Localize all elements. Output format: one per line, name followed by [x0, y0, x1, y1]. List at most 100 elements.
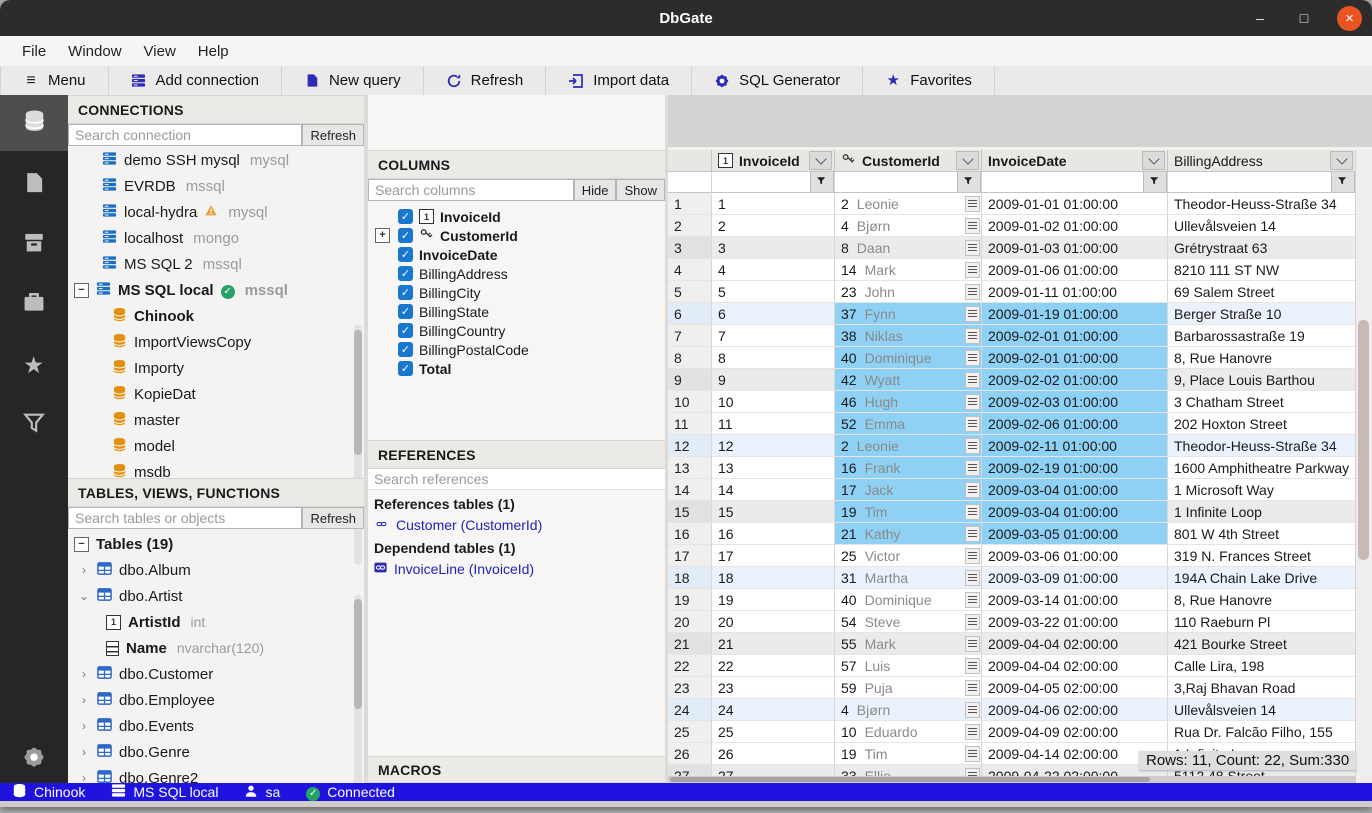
column-Name[interactable]: Namenvarchar(120): [68, 635, 364, 661]
grid-horizontal-scrollbar[interactable]: [668, 776, 1356, 783]
row-number[interactable]: 16: [668, 523, 712, 545]
detail-document-icon[interactable]: [965, 548, 980, 564]
toolbar-favorites-button[interactable]: ★ Favorites: [863, 66, 995, 95]
close-button[interactable]: ×: [1337, 6, 1362, 31]
row-number[interactable]: 4: [668, 259, 712, 281]
rail-favorites-icon[interactable]: ★: [0, 337, 68, 393]
cell-invoicedate[interactable]: 2009-04-05 02:00:00: [982, 677, 1168, 699]
column-toggle-InvoiceId[interactable]: ✓ 1InvoiceId: [368, 207, 665, 226]
table-dbo.Events[interactable]: › dbo.Events: [68, 713, 364, 739]
cell-billingaddress[interactable]: 801 W 4th Street: [1168, 523, 1356, 545]
cell-billingaddress[interactable]: 202 Hoxton Street: [1168, 413, 1356, 435]
cell-customerid[interactable]: 40Dominique: [835, 589, 982, 611]
cell-invoiceid[interactable]: 17: [712, 545, 835, 567]
cell-invoiceid[interactable]: 22: [712, 655, 835, 677]
funnel-icon[interactable]: [1143, 172, 1167, 193]
chevron-down-icon[interactable]: ⌄: [78, 589, 90, 603]
cell-customerid[interactable]: 42Wyatt: [835, 369, 982, 391]
row-number[interactable]: 9: [668, 369, 712, 391]
cell-invoicedate[interactable]: 2009-01-01 01:00:00: [982, 193, 1168, 215]
checkbox-checked[interactable]: ✓: [398, 361, 413, 376]
column-menu-chevron-icon[interactable]: [809, 151, 832, 170]
cell-invoicedate[interactable]: 2009-01-03 01:00:00: [982, 237, 1168, 259]
cell-invoiceid[interactable]: 15: [712, 501, 835, 523]
cell-invoicedate[interactable]: 2009-04-04 02:00:00: [982, 633, 1168, 655]
rail-archive-icon[interactable]: [0, 217, 68, 273]
detail-document-icon[interactable]: [965, 262, 980, 278]
cell-billingaddress[interactable]: 8, Rue Hanovre: [1168, 347, 1356, 369]
row-number[interactable]: 5: [668, 281, 712, 303]
column-ArtistId[interactable]: 1ArtistIdint: [68, 609, 364, 635]
filter-input-InvoiceId[interactable]: [712, 174, 810, 191]
connection-MS-SQL-local[interactable]: − MS SQL local ✓ mssql: [68, 277, 364, 303]
grid-vertical-scrollbar[interactable]: [1355, 150, 1372, 783]
row-number[interactable]: 24: [668, 699, 712, 721]
cell-invoicedate[interactable]: 2009-02-06 01:00:00: [982, 413, 1168, 435]
toolbar-sql-generator-button[interactable]: SQL Generator: [692, 66, 863, 95]
column-toggle-BillingAddress[interactable]: ✓ BillingAddress: [368, 264, 665, 283]
cell-invoiceid[interactable]: 24: [712, 699, 835, 721]
statusbar-ms-sql-local[interactable]: MS SQL local: [111, 783, 218, 801]
cell-invoicedate[interactable]: 2009-04-06 02:00:00: [982, 699, 1168, 721]
cell-invoiceid[interactable]: 6: [712, 303, 835, 325]
chevron-right-icon[interactable]: ›: [78, 563, 90, 577]
cell-customerid[interactable]: 37Fynn: [835, 303, 982, 325]
tables-root[interactable]: − Tables (19): [68, 531, 364, 557]
column-toggle-BillingCity[interactable]: ✓ BillingCity: [368, 283, 665, 302]
grid-header-BillingAddress[interactable]: BillingAddress: [1168, 150, 1356, 172]
rail-filter-icon[interactable]: [0, 397, 68, 453]
cell-billingaddress[interactable]: 9, Place Louis Barthou: [1168, 369, 1356, 391]
rail-database-icon[interactable]: [0, 95, 68, 151]
cell-billingaddress[interactable]: 1 Infinite Loop: [1168, 501, 1356, 523]
row-number[interactable]: 2: [668, 215, 712, 237]
checkbox-checked[interactable]: ✓: [398, 209, 413, 224]
checkbox-checked[interactable]: ✓: [398, 266, 413, 281]
chevron-right-icon[interactable]: ›: [78, 667, 90, 681]
chevron-right-icon[interactable]: ›: [78, 771, 90, 783]
detail-document-icon[interactable]: [965, 372, 980, 388]
database-ImportViewsCopy[interactable]: ImportViewsCopy: [68, 329, 364, 355]
cell-billingaddress[interactable]: Berger Straße 10: [1168, 303, 1356, 325]
cell-invoicedate[interactable]: 2009-03-04 01:00:00: [982, 501, 1168, 523]
reference-link[interactable]: Customer (CustomerId): [368, 514, 665, 536]
table-dbo.Genre2[interactable]: › dbo.Genre2: [68, 765, 364, 783]
cell-billingaddress[interactable]: 319 N. Frances Street: [1168, 545, 1356, 567]
table-dbo.Customer[interactable]: › dbo.Customer: [68, 661, 364, 687]
cell-customerid[interactable]: 4Bjørn: [835, 699, 982, 721]
detail-document-icon[interactable]: [965, 724, 980, 740]
cell-invoiceid[interactable]: 21: [712, 633, 835, 655]
column-menu-chevron-icon[interactable]: [956, 151, 979, 170]
row-number[interactable]: 25: [668, 721, 712, 743]
cell-billingaddress[interactable]: Theodor-Heuss-Straße 34: [1168, 435, 1356, 457]
search-columns-input[interactable]: [368, 179, 574, 201]
row-number[interactable]: 18: [668, 567, 712, 589]
cell-invoiceid[interactable]: 23: [712, 677, 835, 699]
cell-customerid[interactable]: 4Bjørn: [835, 215, 982, 237]
cell-invoiceid[interactable]: 13: [712, 457, 835, 479]
rail-history-icon[interactable]: [0, 277, 68, 333]
cell-billingaddress[interactable]: Ullevålsveien 14: [1168, 699, 1356, 721]
column-toggle-Total[interactable]: ✓ Total: [368, 359, 665, 378]
row-number[interactable]: 13: [668, 457, 712, 479]
cell-billingaddress[interactable]: 1600 Amphitheatre Parkway: [1168, 457, 1356, 479]
grid-filter-InvoiceDate[interactable]: [982, 172, 1168, 193]
detail-document-icon[interactable]: [965, 746, 980, 762]
detail-document-icon[interactable]: [965, 196, 980, 212]
cell-customerid[interactable]: 57Luis: [835, 655, 982, 677]
cell-invoiceid[interactable]: 10: [712, 391, 835, 413]
menu-help[interactable]: Help: [188, 40, 239, 63]
database-Chinook[interactable]: Chinook: [68, 303, 364, 329]
cell-invoiceid[interactable]: 14: [712, 479, 835, 501]
checkbox-checked[interactable]: ✓: [398, 285, 413, 300]
rail-settings-gear-icon[interactable]: [0, 731, 68, 787]
cell-billingaddress[interactable]: 69 Salem Street: [1168, 281, 1356, 303]
cell-invoicedate[interactable]: 2009-04-09 02:00:00: [982, 721, 1168, 743]
cell-billingaddress[interactable]: 1 Microsoft Way: [1168, 479, 1356, 501]
cell-invoicedate[interactable]: 2009-03-04 01:00:00: [982, 479, 1168, 501]
cell-customerid[interactable]: 16Frank: [835, 457, 982, 479]
detail-document-icon[interactable]: [965, 526, 980, 542]
connection-localhost[interactable]: localhost mongo: [68, 225, 364, 251]
cell-invoiceid[interactable]: 19: [712, 589, 835, 611]
toolbar-import-data-button[interactable]: Import data: [546, 66, 692, 95]
cell-customerid[interactable]: 40Dominique: [835, 347, 982, 369]
